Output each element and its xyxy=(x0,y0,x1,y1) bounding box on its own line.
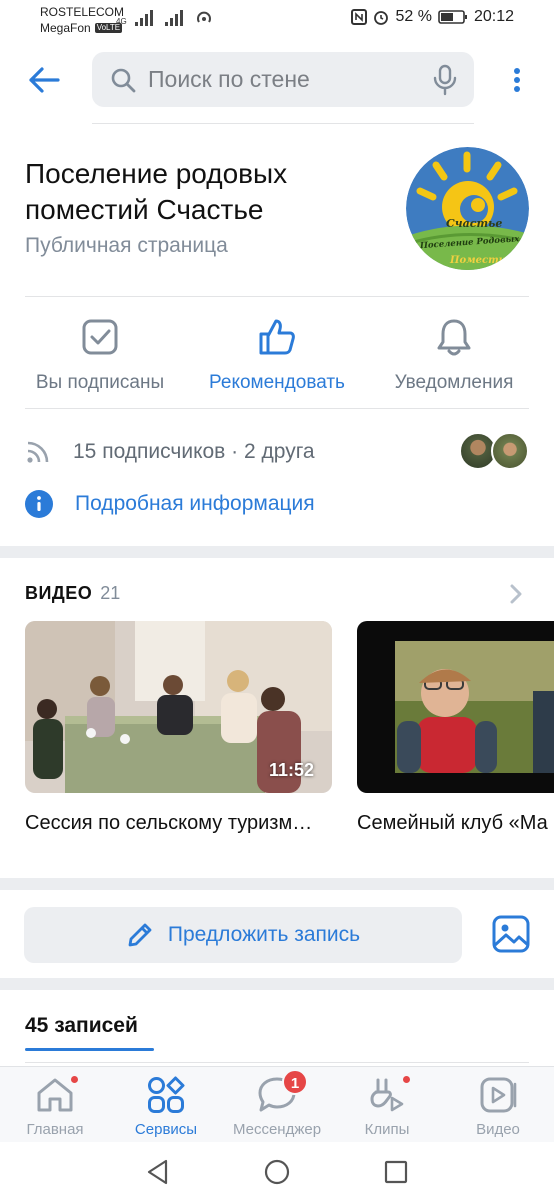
net-type: 4G xyxy=(116,17,127,26)
subscribed-button[interactable]: Вы подписаны xyxy=(15,312,185,394)
search-icon xyxy=(111,68,136,92)
tab-messenger[interactable]: 1 Мессенджер xyxy=(222,1069,332,1138)
video-header[interactable]: ВИДЕО 21 xyxy=(25,583,120,604)
nav-recents-icon[interactable] xyxy=(382,1158,410,1186)
posts-count-tab[interactable]: 45 записей xyxy=(25,1014,138,1038)
actions-divider xyxy=(25,408,529,409)
tab-home-label: Главная xyxy=(26,1121,84,1138)
subscribers-row[interactable]: 15 подписчиков · 2 друга xyxy=(25,432,529,472)
video-title[interactable]: Семейный клуб «Ма xyxy=(357,812,554,835)
group-type: Публичная страница xyxy=(25,234,228,257)
messenger-badge: 1 xyxy=(282,1069,308,1095)
tab-video[interactable]: Видео xyxy=(443,1075,553,1138)
system-nav-bar xyxy=(0,1142,554,1200)
nav-home-icon[interactable] xyxy=(263,1158,291,1186)
pencil-icon xyxy=(128,923,152,947)
network-icons: 4G xyxy=(116,10,213,26)
signal-icon xyxy=(134,10,153,26)
carrier-info: ROSTELECOM MegaFon VoLTE xyxy=(40,4,124,36)
search-box[interactable] xyxy=(92,52,474,107)
arrow-left-icon xyxy=(29,67,60,93)
dot-icon xyxy=(514,77,520,83)
tab-home[interactable]: Главная xyxy=(0,1075,110,1138)
microphone-icon[interactable] xyxy=(432,64,458,96)
checkbox-icon xyxy=(82,319,118,355)
video-thumbnail[interactable]: 11:52 xyxy=(25,621,332,793)
thumbs-up-icon xyxy=(259,319,295,355)
image-icon[interactable] xyxy=(492,915,530,953)
video-play-icon xyxy=(480,1077,517,1113)
video-header-title: ВИДЕО xyxy=(25,583,93,603)
battery-icon xyxy=(438,10,467,24)
alarm-icon xyxy=(374,11,389,25)
status-bar: ROSTELECOM MegaFon VoLTE 4G 52 % 20:12 xyxy=(0,0,554,40)
video-frame-image xyxy=(357,621,554,793)
clips-icon xyxy=(370,1078,404,1112)
recommend-button[interactable]: Рекомендовать xyxy=(192,312,362,394)
tab-clips[interactable]: Клипы xyxy=(332,1075,442,1138)
nfc-icon xyxy=(351,9,368,25)
video-thumbnail[interactable] xyxy=(357,621,554,793)
dot-icon xyxy=(514,68,520,74)
signal-icon-2 xyxy=(164,10,183,26)
clock: 20:12 xyxy=(473,8,514,25)
propose-post-button[interactable]: Предложить запись xyxy=(24,907,462,963)
bottom-tab-bar: Главная Сервисы 1 Мессенджер Клипы Видео xyxy=(0,1066,554,1142)
section-separator xyxy=(0,546,554,558)
back-button[interactable] xyxy=(24,60,64,100)
video-count: 21 xyxy=(100,583,121,603)
details-row[interactable]: Подробная информация xyxy=(25,490,315,518)
notifications-button[interactable]: Уведомления xyxy=(369,312,539,394)
group-avatar[interactable]: Счастье Поселение Родовых Поместий xyxy=(406,147,529,270)
posts-divider xyxy=(25,1062,529,1063)
info-icon xyxy=(25,490,53,518)
logo-text-top: Счастье xyxy=(446,217,502,230)
video-title[interactable]: Сессия по сельскому туризм… xyxy=(25,812,332,835)
battery-percent: 52 % xyxy=(395,8,432,25)
dot-icon xyxy=(514,86,520,92)
carrier-2: MegaFon xyxy=(40,21,91,35)
group-divider xyxy=(25,296,529,297)
services-icon xyxy=(148,1076,185,1113)
tab-clips-label: Клипы xyxy=(364,1121,410,1138)
subscribed-label: Вы подписаны xyxy=(35,372,165,393)
group-logo: Счастье Поселение Родовых Поместий xyxy=(406,147,529,270)
nav-back-icon[interactable] xyxy=(144,1158,172,1186)
header-divider xyxy=(92,123,474,124)
rss-icon xyxy=(27,441,49,463)
more-menu-button[interactable] xyxy=(506,64,528,96)
hotspot-icon xyxy=(196,11,211,23)
tab-underline xyxy=(25,1048,154,1051)
avatar xyxy=(491,432,529,470)
search-input[interactable] xyxy=(148,66,418,93)
notification-dot xyxy=(70,1075,79,1084)
carrier-1: ROSTELECOM xyxy=(40,5,125,19)
section-separator xyxy=(0,978,554,990)
recommend-label: Рекомендовать xyxy=(209,372,345,393)
logo-text-bottom: Поместий xyxy=(449,255,513,266)
group-title: Поселение родовых поместий Счастье xyxy=(25,158,288,225)
subscribers-count: 15 подписчиков · 2 друга xyxy=(73,440,315,463)
friend-avatars[interactable] xyxy=(459,432,529,470)
status-right: 52 % 20:12 xyxy=(351,8,514,26)
tab-video-label: Видео xyxy=(476,1121,520,1138)
chevron-right-icon[interactable] xyxy=(508,584,524,604)
video-duration: 11:52 xyxy=(268,760,314,780)
propose-post-label: Предложить запись xyxy=(167,923,361,946)
details-link: Подробная информация xyxy=(75,492,315,515)
tab-services-label: Сервисы xyxy=(134,1121,198,1138)
notifications-label: Уведомления xyxy=(394,372,514,393)
tab-messenger-label: Мессенджер xyxy=(232,1121,322,1138)
section-separator xyxy=(0,878,554,890)
notification-dot xyxy=(402,1075,411,1084)
tab-services[interactable]: Сервисы xyxy=(111,1075,221,1138)
home-icon xyxy=(37,1078,73,1112)
bell-icon xyxy=(437,319,471,356)
